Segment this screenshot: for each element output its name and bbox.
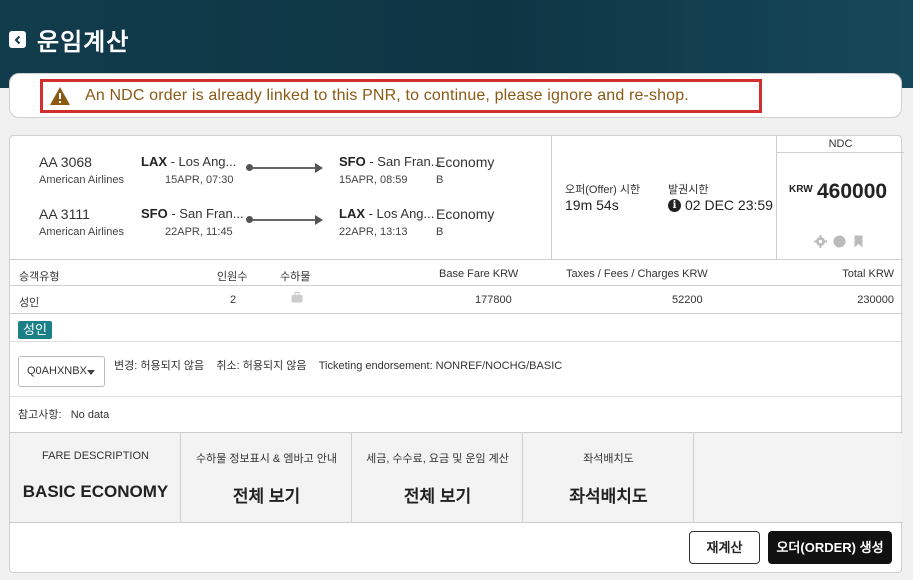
page-title: 운임계산 <box>37 29 130 56</box>
departure-airport: LAX - Los Ang... <box>141 154 237 169</box>
tile-label: 좌석배치도 <box>583 453 634 465</box>
cabin: Economy <box>436 154 495 170</box>
tile-baggage-info[interactable]: 수하물 정보표시 & 엠바고 안내 전체 보기 <box>181 433 352 523</box>
header-count: 인원수 <box>217 271 248 283</box>
fare-card: AA 3068 American Airlines LAX - Los Ang.… <box>9 135 904 573</box>
arrival-airport: SFO - San Fran... <box>339 154 442 169</box>
info-tiles: FARE DESCRIPTION BASIC ECONOMY 수하물 정보표시 … <box>10 432 903 523</box>
caret-down-icon <box>87 370 95 375</box>
warning-icon <box>50 87 70 105</box>
tile-value: 전체 보기 <box>403 487 472 506</box>
tile-taxes-fees[interactable]: 세금, 수수료, 요금 및 운임 계산 전체 보기 <box>352 433 523 523</box>
arrival-time: 22APR, 13:13 <box>339 226 408 238</box>
route-arrow <box>246 215 323 225</box>
flight-segment: AA 3111 American Airlines SFO - San Fran… <box>10 206 551 256</box>
booking-class: B <box>436 226 444 238</box>
cell-count: 2 <box>230 294 237 306</box>
fare-rules: 변경: 허용되지 않음 취소: 허용되지 않음 Ticketing endors… <box>114 360 563 372</box>
offer-value: 19m 54s <box>565 197 619 213</box>
route-arrow <box>246 163 323 173</box>
departure-time: 22APR, 11:45 <box>165 226 233 238</box>
remarks: 참고사항: No data <box>18 409 110 421</box>
arrival-airport: LAX - Los Ang... <box>339 206 435 221</box>
chevron-left-icon <box>14 35 20 44</box>
flight-number: AA 3111 <box>39 206 90 222</box>
header-base-fare: Base Fare KRW <box>439 268 519 280</box>
alert-banner: An NDC order is already linked to this P… <box>9 73 902 118</box>
alert-message: An NDC order is already linked to this P… <box>85 87 689 104</box>
recalculate-button[interactable]: 재계산 <box>689 531 760 564</box>
tile-value: BASIC ECONOMY <box>22 482 169 501</box>
header-pax-type: 승객유형 <box>19 271 60 283</box>
info-icon[interactable]: i <box>668 198 681 212</box>
source-label: NDC <box>777 136 904 153</box>
fare-basis-select[interactable]: Q0AHXNBX <box>18 356 105 387</box>
departure-time: 15APR, 07:30 <box>165 174 234 186</box>
tile-seat-map[interactable]: 좌석배치도 좌석배치도 <box>523 433 694 523</box>
price-icons <box>814 235 865 248</box>
fare-basis-bar: Q0AHXNBX 변경: 허용되지 않음 취소: 허용되지 않음 Ticketi… <box>10 341 903 397</box>
currency: KRW <box>789 184 813 195</box>
header-taxes: Taxes / Fees / Charges KRW <box>566 268 708 280</box>
airline-name: American Airlines <box>39 174 124 186</box>
gear-icon[interactable] <box>814 235 827 248</box>
arrival-time: 15APR, 08:59 <box>339 174 408 186</box>
header-baggage: 수하물 <box>280 271 311 283</box>
tile-label: 수하물 정보표시 & 엠바고 안내 <box>195 453 337 465</box>
offer-deadline: 오퍼(Offer) 시한 19m 54s 발권시한 i 02 DEC 23:59 <box>551 136 776 259</box>
departure-airport: SFO - San Fran... <box>141 206 244 221</box>
total-price: 460000 <box>817 180 888 203</box>
cell-pax-type: 성인 <box>19 297 40 309</box>
tile-value: 전체 보기 <box>232 487 301 506</box>
tile-label: 세금, 수수료, 요금 및 운임 계산 <box>366 453 509 465</box>
table-header: 승객유형 인원수 수하물 Base Fare KRW Taxes / Fees … <box>10 259 903 286</box>
offer-label: 오퍼(Offer) 시한 <box>565 184 641 196</box>
create-order-button[interactable]: 오더(ORDER) 생성 <box>768 531 892 564</box>
tile-label: FARE DESCRIPTION <box>42 450 149 462</box>
tile-fare-description[interactable]: FARE DESCRIPTION BASIC ECONOMY <box>10 433 181 523</box>
back-button[interactable] <box>9 31 26 48</box>
ticketing-value: i 02 DEC 23:59 <box>668 197 773 213</box>
ticketing-label: 발권시한 <box>668 184 709 196</box>
cell-taxes: 52200 <box>672 294 703 306</box>
cell-total: 230000 <box>857 294 894 306</box>
flight-number: AA 3068 <box>39 154 92 170</box>
price-box: NDC KRW 460000 <box>776 136 904 259</box>
briefcase-icon[interactable] <box>291 291 303 306</box>
alert-highlight: An NDC order is already linked to this P… <box>40 79 762 113</box>
bookmark-icon[interactable] <box>852 235 865 248</box>
table-row: 성인 2 177800 52200 230000 <box>10 286 903 314</box>
cabin: Economy <box>436 206 495 222</box>
flight-segments: AA 3068 American Airlines LAX - Los Ang.… <box>10 136 551 259</box>
header-total: Total KRW <box>842 268 894 280</box>
airline-name: American Airlines <box>39 226 124 238</box>
flight-segment: AA 3068 American Airlines LAX - Los Ang.… <box>10 154 551 204</box>
booking-class: B <box>436 174 444 186</box>
cell-base-fare: 177800 <box>475 294 512 306</box>
tile-value: 좌석배치도 <box>569 487 648 506</box>
pax-type-badge: 성인 <box>18 321 52 339</box>
circle-icon[interactable] <box>833 235 846 248</box>
